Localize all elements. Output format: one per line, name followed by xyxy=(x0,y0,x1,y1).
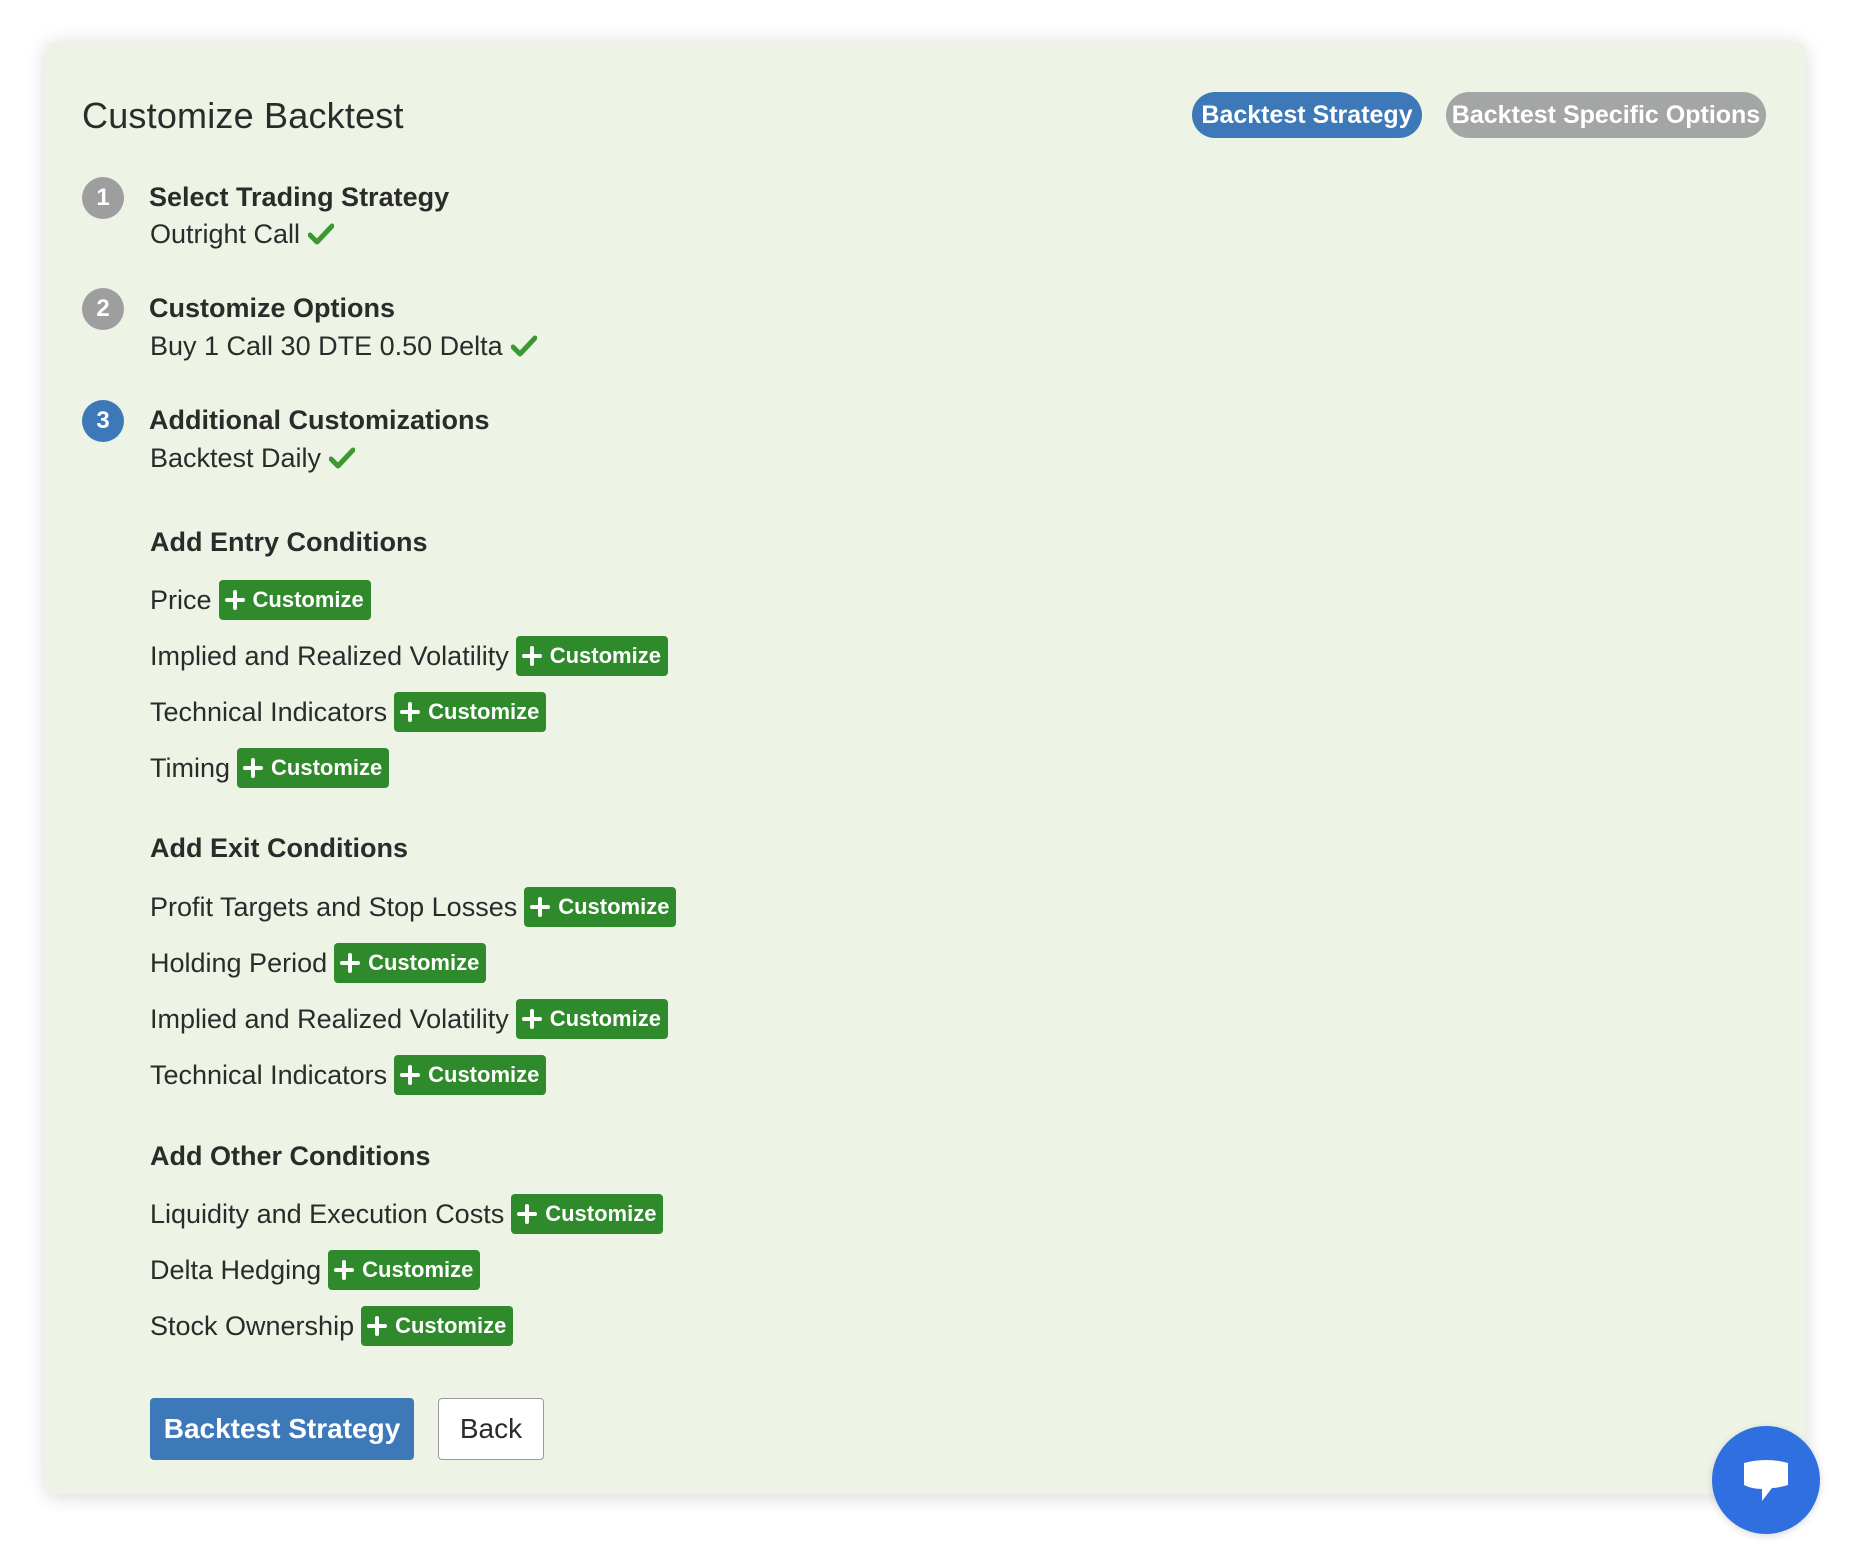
other-condition-row: Liquidity and Execution Costs Customize xyxy=(150,1194,664,1234)
condition-label: Liquidity and Execution Costs xyxy=(150,1198,505,1229)
plus-icon xyxy=(530,897,551,917)
step-1-value: Outright Call xyxy=(150,218,335,250)
step-1-badge: 1 xyxy=(82,177,124,219)
step-3-value: Backtest Daily xyxy=(150,442,356,474)
entry-condition-row: Implied and Realized Volatility Customiz… xyxy=(150,636,668,676)
step-3-value-text: Backtest Daily xyxy=(150,443,322,473)
customize-timing-button[interactable]: Customize xyxy=(237,748,390,788)
plus-icon xyxy=(367,1316,388,1336)
condition-label: Technical Indicators xyxy=(150,1059,388,1090)
customize-label: Customize xyxy=(368,950,480,975)
step-2-title: Customize Options xyxy=(149,293,396,323)
other-conditions-heading: Add Other Conditions xyxy=(150,1141,431,1171)
customize-price-button[interactable]: Customize xyxy=(218,580,371,620)
step-3-badge: 3 xyxy=(82,400,124,442)
step-1-value-text: Outright Call xyxy=(150,219,301,249)
page-title: Customize Backtest xyxy=(82,95,404,136)
condition-label: Implied and Realized Volatility xyxy=(150,1003,509,1034)
other-condition-row: Stock Ownership Customize xyxy=(150,1306,514,1346)
exit-condition-row: Technical Indicators Customize xyxy=(150,1055,547,1095)
tab-backtest-specific-options[interactable]: Backtest Specific Options xyxy=(1446,92,1766,138)
chat-bubble-icon xyxy=(1744,1460,1788,1501)
exit-condition-row: Implied and Realized Volatility Customiz… xyxy=(150,999,668,1039)
exit-conditions-heading: Add Exit Conditions xyxy=(150,833,408,863)
customize-entry-technical-button[interactable]: Customize xyxy=(394,692,547,732)
customize-label: Customize xyxy=(545,1201,657,1226)
entry-condition-row: Timing Customize xyxy=(150,748,390,788)
entry-condition-row: Price Customize xyxy=(150,580,371,620)
customize-holding-period-button[interactable]: Customize xyxy=(334,943,487,983)
entry-conditions-heading: Add Entry Conditions xyxy=(150,527,428,557)
condition-label: Implied and Realized Volatility xyxy=(150,640,509,671)
plus-icon xyxy=(400,702,421,722)
exit-condition-row: Profit Targets and Stop Losses Customize xyxy=(150,887,677,927)
customize-entry-volatility-button[interactable]: Customize xyxy=(515,636,668,676)
customize-label: Customize xyxy=(362,1257,474,1282)
customize-delta-hedging-button[interactable]: Customize xyxy=(328,1250,481,1290)
plus-icon xyxy=(521,646,542,666)
step-1-title: Select Trading Strategy xyxy=(149,182,450,212)
customize-label: Customize xyxy=(395,1313,507,1338)
backtest-strategy-button[interactable]: Backtest Strategy xyxy=(150,1398,414,1460)
customize-label: Customize xyxy=(558,894,670,919)
check-icon xyxy=(329,447,356,469)
condition-label: Technical Indicators xyxy=(150,696,388,727)
plus-icon xyxy=(521,1009,542,1029)
plus-icon xyxy=(224,590,245,610)
plus-icon xyxy=(243,758,264,778)
step-2-badge: 2 xyxy=(82,288,124,330)
check-icon xyxy=(308,223,335,245)
customize-label: Customize xyxy=(271,755,383,780)
customize-stock-ownership-button[interactable]: Customize xyxy=(361,1306,514,1346)
condition-label: Holding Period xyxy=(150,947,328,978)
condition-label: Profit Targets and Stop Losses xyxy=(150,891,518,922)
plus-icon xyxy=(400,1065,421,1085)
customize-label: Customize xyxy=(428,1062,540,1087)
chat-launcher-button[interactable] xyxy=(1712,1426,1820,1534)
customize-exit-technical-button[interactable]: Customize xyxy=(394,1055,547,1095)
customize-label: Customize xyxy=(428,699,540,724)
plus-icon xyxy=(334,1260,355,1280)
plus-icon xyxy=(340,953,361,973)
back-button[interactable]: Back xyxy=(438,1398,544,1460)
other-condition-row: Delta Hedging Customize xyxy=(150,1250,481,1290)
step-2-value: Buy 1 Call 30 DTE 0.50 Delta xyxy=(150,330,537,362)
tab-backtest-strategy[interactable]: Backtest Strategy xyxy=(1192,92,1422,138)
plus-icon xyxy=(517,1204,538,1224)
condition-label: Stock Ownership xyxy=(150,1310,355,1341)
customize-label: Customize xyxy=(549,1006,661,1031)
condition-label: Timing xyxy=(150,752,231,783)
customize-liquidity-button[interactable]: Customize xyxy=(511,1194,664,1234)
customize-profit-targets-button[interactable]: Customize xyxy=(524,887,677,927)
condition-label: Delta Hedging xyxy=(150,1254,322,1285)
customize-label: Customize xyxy=(252,587,364,612)
condition-label: Price xyxy=(150,584,212,615)
entry-condition-row: Technical Indicators Customize xyxy=(150,692,547,732)
customize-label: Customize xyxy=(549,643,661,668)
customize-exit-volatility-button[interactable]: Customize xyxy=(515,999,668,1039)
exit-condition-row: Holding Period Customize xyxy=(150,943,487,983)
step-2-value-text: Buy 1 Call 30 DTE 0.50 Delta xyxy=(150,331,503,361)
step-3-title: Additional Customizations xyxy=(149,405,490,435)
check-icon xyxy=(510,335,537,357)
